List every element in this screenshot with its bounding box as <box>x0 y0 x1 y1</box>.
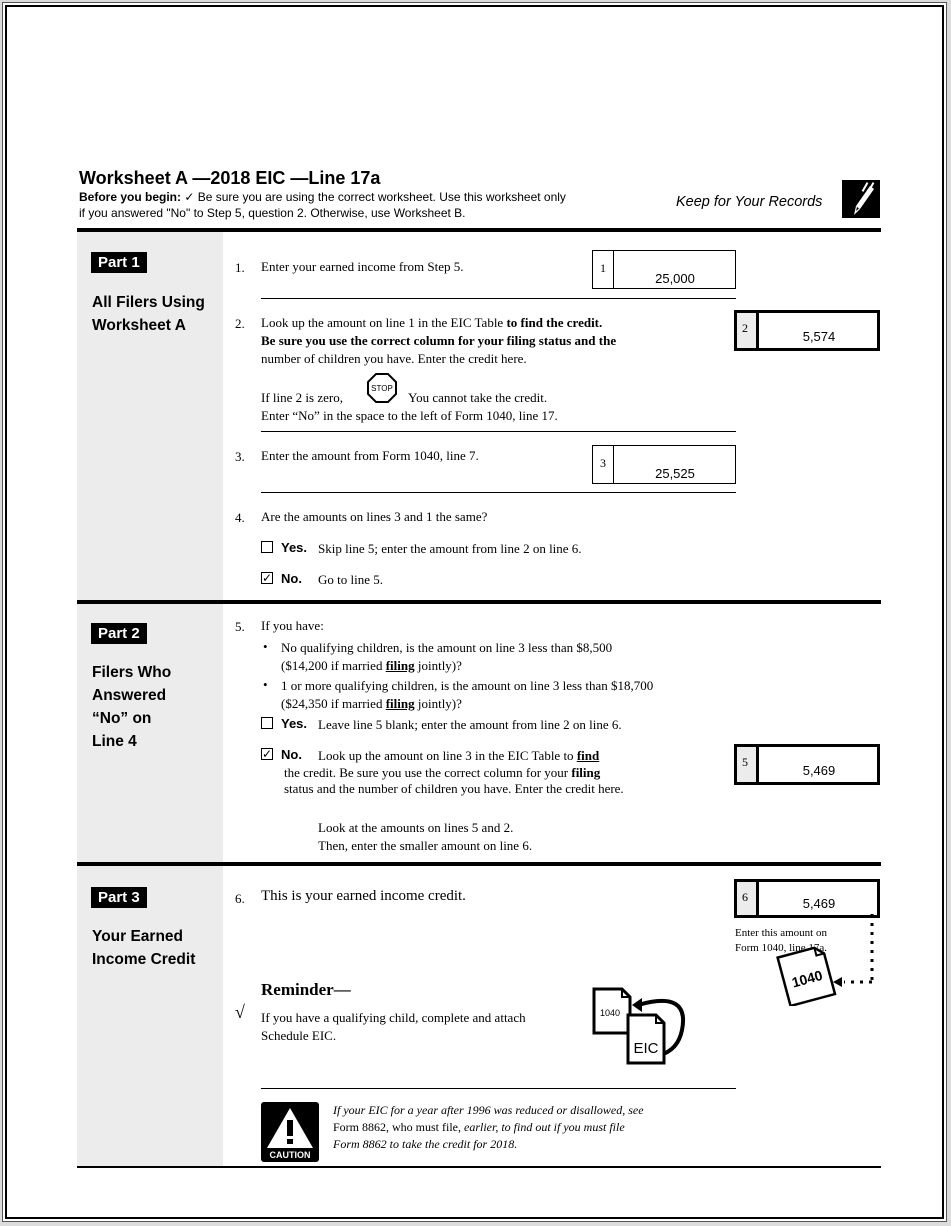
line3-value[interactable]: 25,525 <box>615 466 735 481</box>
line3-entry-box[interactable]: 3 25,525 <box>592 445 736 484</box>
line4-no-label: No. <box>281 571 302 586</box>
part3-title: Your Earned Income Credit <box>92 928 196 968</box>
line5-no-text-c: status and the number of children you ha… <box>284 781 624 796</box>
worksheet-title: Worksheet A —2018 EIC —Line 17a <box>79 168 381 188</box>
line1-value[interactable]: 25,000 <box>615 271 735 286</box>
checkmark-icon: √ <box>235 1002 245 1022</box>
part3-sidebar <box>77 866 223 1166</box>
line4-no-checkbox[interactable]: ✓ <box>261 572 273 584</box>
line1-entry-box[interactable]: 1 25,000 <box>592 250 736 289</box>
line5-box-label: 5 <box>737 747 759 782</box>
line5-look-b: Then, enter the smaller amount on line 6… <box>318 838 533 853</box>
stop-icon: STOP <box>367 373 397 403</box>
line4-yes-text: Skip line 5; enter the amount from line … <box>318 541 582 556</box>
before-label: Before you begin: <box>79 190 182 204</box>
caution-icon: CAUTION <box>261 1102 319 1162</box>
bottom-rule <box>77 1166 881 1168</box>
line3-box-label: 3 <box>593 446 614 483</box>
svg-text:1040: 1040 <box>600 1008 620 1018</box>
part2-title: Filers Who Answered “No” on Line 4 <box>92 664 172 750</box>
line5-no-checkbox[interactable]: ✓ <box>261 748 273 760</box>
part1-rule <box>77 600 881 604</box>
before-text: ✓ Be sure you are using the correct work… <box>184 190 566 204</box>
part3-tag: Part 3 <box>91 887 147 908</box>
line4-no-text: Go to line 5. <box>318 572 383 587</box>
line6-text: This is your earned income credit. <box>261 888 466 904</box>
attach-schedule-icon: 1040 EIC <box>590 985 695 1067</box>
line5-entry-box[interactable]: 5 5,469 <box>734 744 880 785</box>
part2-rule <box>77 862 881 866</box>
form-1040-arrow-icon: 1040 <box>770 906 880 1008</box>
line2-divider <box>261 431 736 432</box>
line2-value[interactable]: 5,574 <box>761 329 877 344</box>
line4-text: Are the amounts on lines 3 and 1 the sam… <box>261 509 488 524</box>
line1-number: 1. <box>235 260 245 275</box>
part1-tag: Part 1 <box>91 252 147 273</box>
reminder-title: Reminder— <box>261 980 351 999</box>
line3-number: 3. <box>235 449 245 464</box>
line5-yes-label: Yes. <box>281 716 308 731</box>
line5-number: 5. <box>235 619 245 634</box>
before-text-2: if you answered "No" to Step 5, question… <box>79 206 466 220</box>
line2-zero-b: You cannot take the credit. <box>408 390 548 405</box>
line4-yes-label: Yes. <box>281 540 308 555</box>
line5-yes-text: Leave line 5 blank; enter the amount fro… <box>318 717 622 732</box>
line2-zero-a: If line 2 is zero, <box>261 390 343 405</box>
bullet-icon: • <box>263 677 268 692</box>
line5-bullet2: 1 or more qualifying children, is the am… <box>281 678 654 711</box>
caution-text: If your EIC for a year after 1996 was re… <box>333 1103 644 1151</box>
part2-tag: Part 2 <box>91 623 147 644</box>
part1-title: All Filers Using Worksheet A <box>92 294 205 334</box>
line5-bullet1: No qualifying children, is the amount on… <box>281 640 613 673</box>
line4-number: 4. <box>235 510 245 525</box>
line2-box-label: 2 <box>737 313 759 348</box>
line6-number: 6. <box>235 891 245 906</box>
line1-divider <box>261 298 736 299</box>
line5-look-a: Look at the amounts on lines 5 and 2. <box>318 820 514 835</box>
line2-entry-box[interactable]: 2 5,574 <box>734 310 880 351</box>
svg-text:STOP: STOP <box>371 384 393 393</box>
line1-box-label: 1 <box>593 251 614 288</box>
line5-yes-checkbox[interactable] <box>261 717 273 729</box>
keep-for-records: Keep for Your Records <box>676 194 823 210</box>
line2-text: Look up the amount on line 1 in the EIC … <box>261 315 617 366</box>
line5-no-label: No. <box>281 747 302 762</box>
svg-text:EIC: EIC <box>633 1040 658 1057</box>
line3-divider <box>261 492 736 493</box>
reminder-divider <box>261 1088 736 1089</box>
line4-yes-checkbox[interactable] <box>261 541 273 553</box>
reminder-text: If you have a qualifying child, complete… <box>261 1010 526 1043</box>
line2-zero-c: Enter “No” in the space to the left of F… <box>261 408 558 423</box>
pencil-icon <box>842 180 880 218</box>
svg-text:CAUTION: CAUTION <box>270 1150 311 1160</box>
line5-no-text-a: Look up the amount on line 3 in the EIC … <box>318 748 600 763</box>
line1-text: Enter your earned income from Step 5. <box>261 259 464 274</box>
line5-value[interactable]: 5,469 <box>761 763 877 778</box>
part1-sidebar <box>77 232 223 600</box>
line6-box-label: 6 <box>737 882 759 915</box>
before-you-begin: Before you begin: ✓ Be sure you are usin… <box>79 190 566 204</box>
bullet-icon: • <box>263 639 268 654</box>
line5-text: If you have: <box>261 618 324 633</box>
line2-number: 2. <box>235 316 245 331</box>
line3-text: Enter the amount from Form 1040, line 7. <box>261 448 479 463</box>
